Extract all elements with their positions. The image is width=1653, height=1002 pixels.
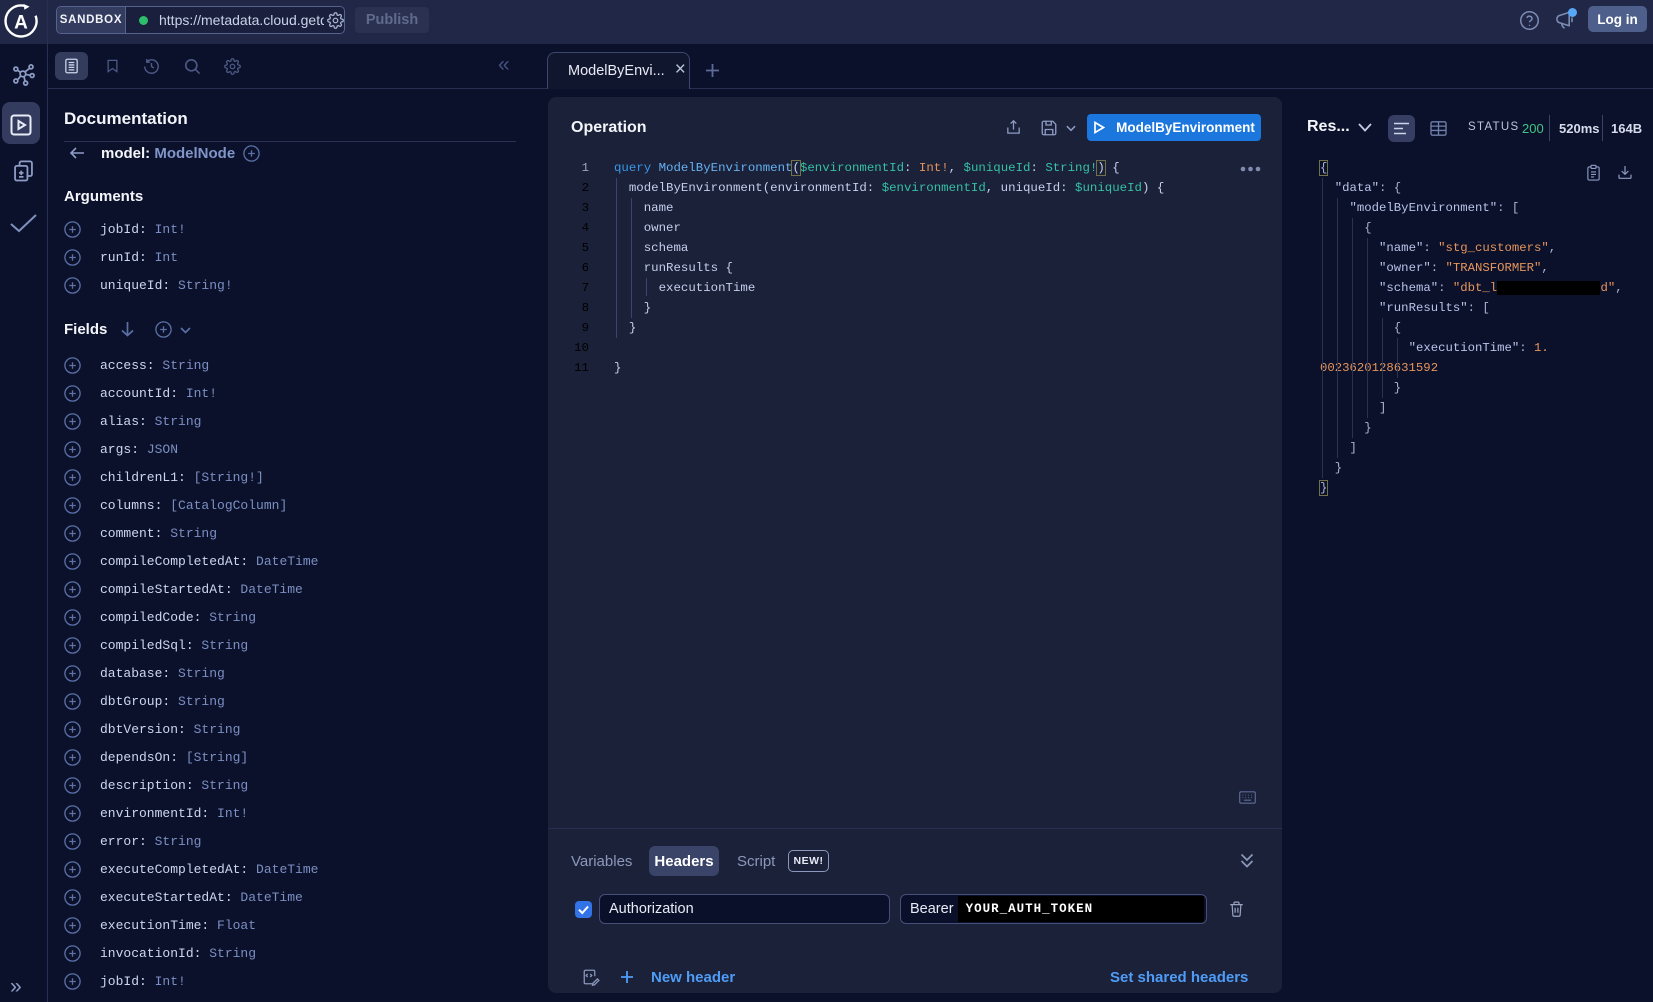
svg-text:A: A	[14, 13, 28, 34]
